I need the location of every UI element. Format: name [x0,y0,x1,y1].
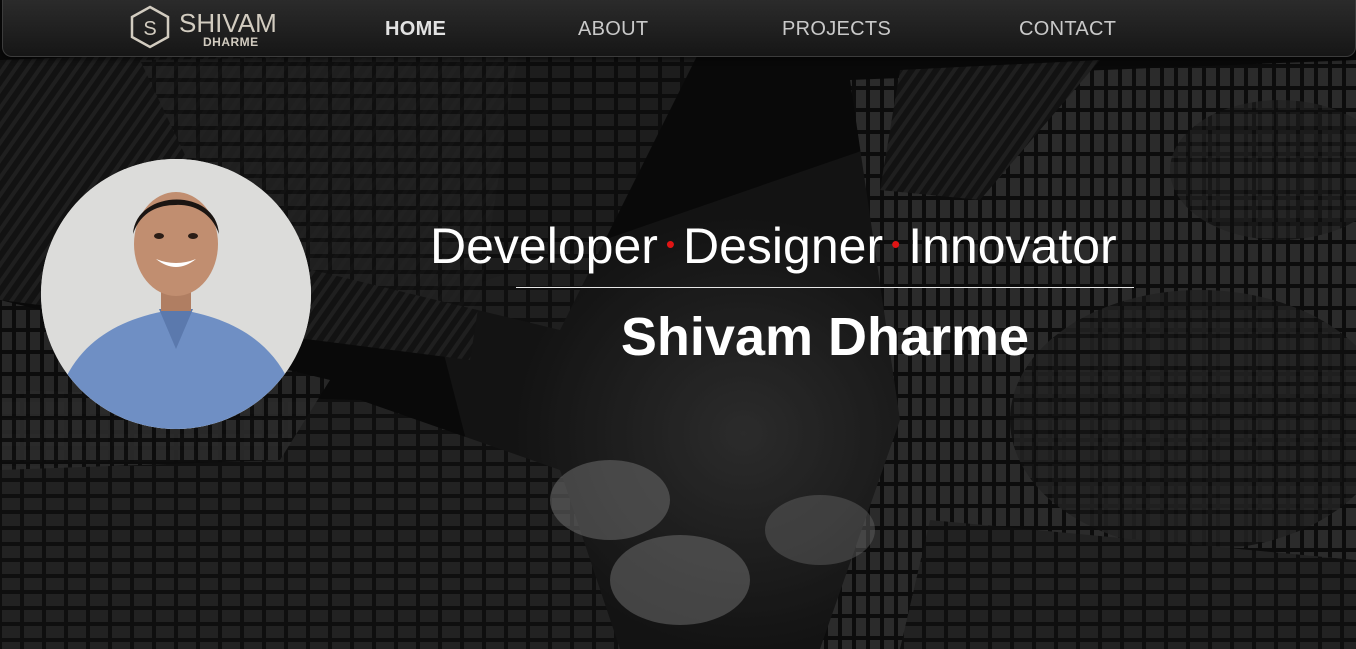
role-designer: Designer [683,218,884,274]
role-developer: Developer [430,218,658,274]
logo-name: SHIVAM [179,8,277,38]
profile-photo [41,159,311,429]
separator-dot: • [665,228,676,259]
hexagon-logo-icon: S [130,5,170,49]
site-logo[interactable]: S SHIVAM DHARME [129,5,289,49]
role-tagline: Developer • Designer • Innovator [430,216,1230,278]
svg-text:S: S [143,18,156,40]
tagline-divider [516,287,1134,288]
hero-section: Developer • Designer • Innovator Shivam Dhar… [0,0,1356,649]
nav-home[interactable]: HOME [385,17,446,41]
nav-about[interactable]: ABOUT [578,17,648,41]
logo-subname: DHARME [203,35,259,49]
top-navbar: S SHIVAM DHARME HOME ABOUT PROJECTS CONT… [2,0,1356,57]
role-innovator: Innovator [908,218,1117,274]
nav-contact[interactable]: CONTACT [1019,17,1116,41]
hero-name: Shivam Dharme [620,307,1030,367]
separator-dot: • [891,228,901,259]
nav-projects[interactable]: PROJECTS [782,17,891,41]
